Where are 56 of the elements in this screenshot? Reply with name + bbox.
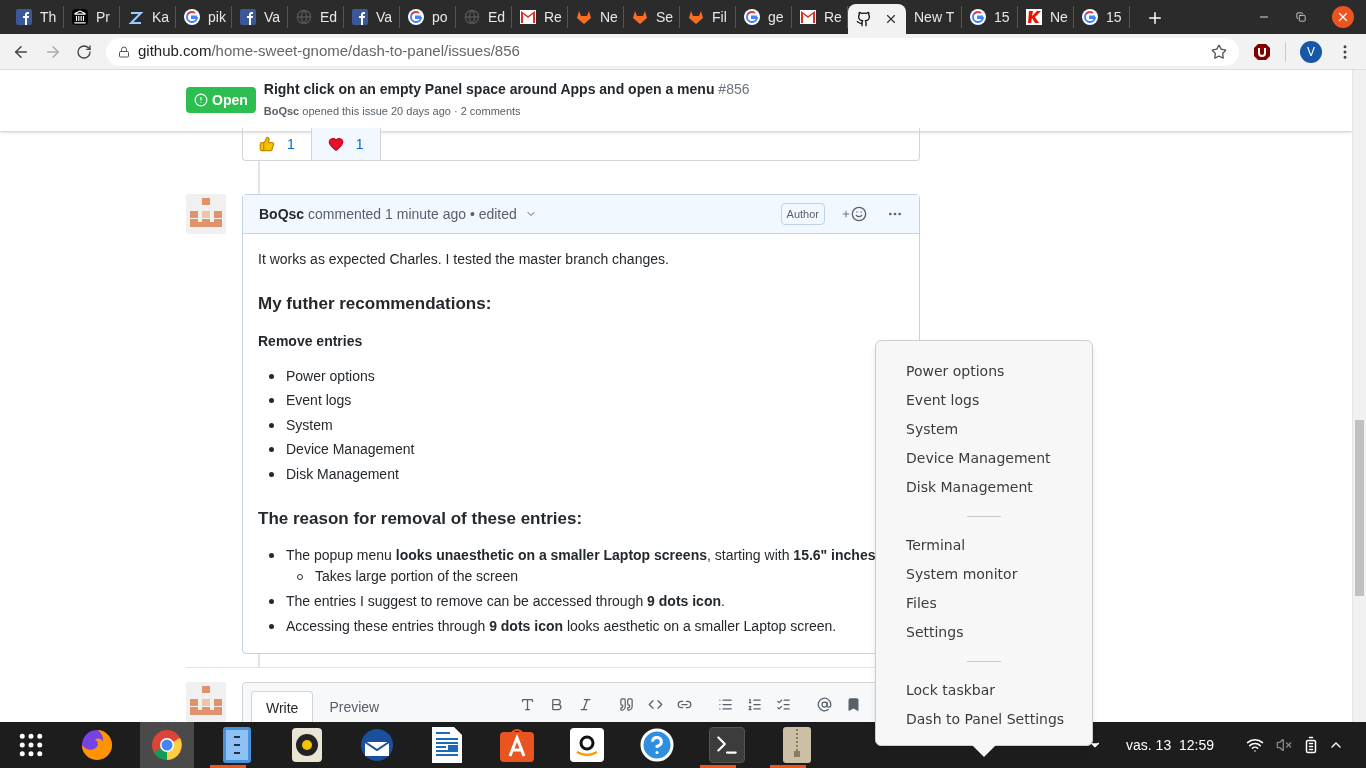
- list-item: The popup menu looks unaesthetic on a smaller Laptop screens, starting with 15.6" inches: [286, 546, 876, 565]
- menu-item[interactable]: System monitor: [876, 560, 1092, 589]
- menu-item[interactable]: Lock taskbar: [876, 676, 1092, 705]
- comment-subheading: Remove entries: [258, 331, 364, 351]
- list-item: Takes large portion of the screen: [315, 567, 519, 586]
- comment-heading: My futher recommendations:: [258, 293, 493, 315]
- browser-tab[interactable]: Se: [624, 6, 680, 28]
- menu-item[interactable]: Power options: [876, 357, 1092, 386]
- browser-tab[interactable]: 15: [1074, 6, 1130, 28]
- browser-tab[interactable]: ge: [736, 6, 792, 28]
- issue-title: Right click on an empty Panel space around Apps and open a menu #856: [263, 80, 750, 99]
- profile-avatar[interactable]: V: [1300, 40, 1322, 63]
- editor-tab[interactable]: Preview: [313, 691, 396, 718]
- menu-item[interactable]: Disk Management: [876, 473, 1092, 502]
- menu-item[interactable]: Dash to Panel Settings: [876, 705, 1092, 734]
- clock[interactable]: vas. 13 12:59: [1126, 734, 1214, 756]
- browser-tab[interactable]: Ne: [568, 6, 624, 28]
- issue-meta: BoQsc opened this issue 20 days ago · 2 comments: [263, 104, 522, 119]
- list-item: Device Management: [286, 440, 415, 459]
- browser-tab[interactable]: Re: [512, 6, 568, 28]
- status-badge: Open: [186, 87, 256, 113]
- browser-tab[interactable]: Fil: [680, 6, 736, 28]
- menu-item[interactable]: Terminal: [876, 531, 1092, 560]
- menu-item[interactable]: Event logs: [876, 386, 1092, 415]
- author-badge: Author: [780, 202, 825, 226]
- browser-tab[interactable]: Th: [8, 6, 64, 28]
- url-text: github.com/home-sweet-gnome/dash-to-panel/issues/856: [138, 41, 520, 62]
- browser-tab[interactable]: po: [400, 6, 456, 28]
- browser-tab[interactable]: Va: [232, 6, 288, 28]
- list-item: Accessing these entries through 9 dots icon looks aesthetic on a smaller Laptop screen.: [286, 617, 837, 636]
- comment-header-text: BoQsc commented 1 minute ago • edited: [259, 204, 517, 224]
- list-item: System: [286, 415, 333, 435]
- menu-item[interactable]: Files: [876, 589, 1092, 618]
- browser-tab[interactable]: Ed: [456, 6, 512, 28]
- browser-tab[interactable]: pik: [176, 6, 232, 28]
- editor-tab[interactable]: Write: [251, 691, 314, 722]
- browser-tab[interactable]: Va: [344, 6, 400, 28]
- browser-tab[interactable]: 15: [962, 6, 1018, 28]
- list-item: Disk Management: [286, 464, 399, 484]
- list-item: Power options: [286, 366, 375, 386]
- address-field[interactable]: github.com/home-sweet-gnome/dash-to-panel/issues/856: [106, 37, 1239, 66]
- menu-item[interactable]: Device Management: [876, 444, 1092, 473]
- browser-tab[interactable]: Ne: [1018, 6, 1074, 28]
- menu-item[interactable]: Settings: [876, 618, 1092, 647]
- browser-tab[interactable]: Ka: [120, 6, 176, 28]
- menu-item[interactable]: System: [876, 415, 1092, 444]
- list-item: Event logs: [286, 391, 352, 410]
- comment-heading: The reason for removal of these entries:: [258, 507, 584, 530]
- reaction-button[interactable]: 1: [311, 128, 381, 160]
- browser-tab[interactable]: New T: [906, 6, 962, 28]
- browser-tab[interactable]: Pr: [64, 6, 120, 28]
- comment-paragraph: It works as expected Charles. I tested the master branch changes.: [258, 250, 670, 269]
- list-item: The entries I suggest to remove can be accessed through 9 dots icon.: [286, 592, 725, 611]
- browser-tab[interactable]: Re: [792, 6, 848, 28]
- browser-tab[interactable]: Ed: [288, 6, 344, 28]
- reaction-button[interactable]: 1: [243, 128, 312, 160]
